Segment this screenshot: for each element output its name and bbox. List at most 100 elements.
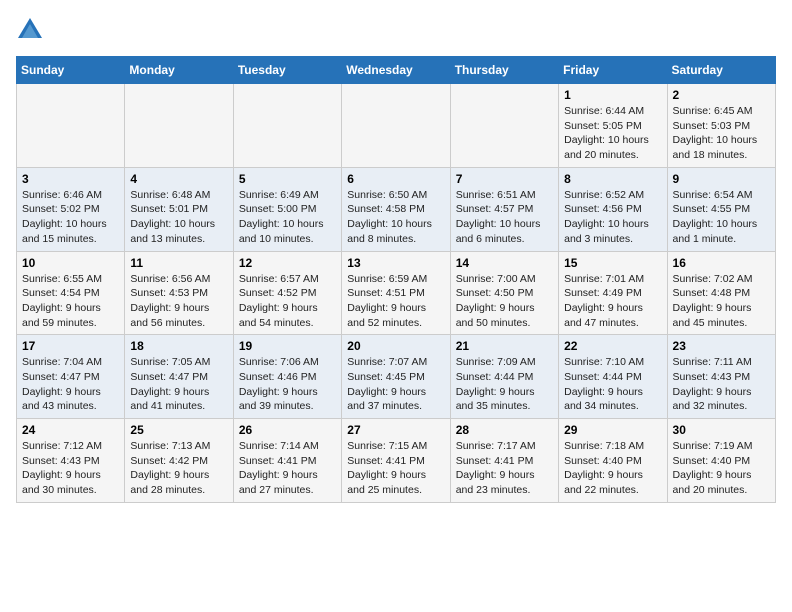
calendar-day <box>233 84 341 168</box>
calendar-day: 28 Sunrise: 7:17 AM Sunset: 4:41 PM Dayli… <box>450 419 558 503</box>
day-info: Sunrise: 6:51 AM Sunset: 4:57 PM Dayligh… <box>456 188 553 247</box>
calendar-day <box>342 84 450 168</box>
day-number: 21 <box>456 339 553 353</box>
calendar-day: 24 Sunrise: 7:12 AM Sunset: 4:43 PM Dayli… <box>17 419 125 503</box>
day-info: Sunrise: 7:17 AM Sunset: 4:41 PM Dayligh… <box>456 439 553 498</box>
calendar-day: 30 Sunrise: 7:19 AM Sunset: 4:40 PM Dayli… <box>667 419 775 503</box>
day-number: 14 <box>456 256 553 270</box>
day-info: Sunrise: 7:14 AM Sunset: 4:41 PM Dayligh… <box>239 439 336 498</box>
calendar-day: 1 Sunrise: 6:44 AM Sunset: 5:05 PM Daylig… <box>559 84 667 168</box>
calendar-day: 22Sunrise: 7:10 AM Sunset: 4:44 PM Dayli… <box>559 335 667 419</box>
day-info: Sunrise: 7:05 AM Sunset: 4:47 PM Dayligh… <box>130 355 227 414</box>
day-number: 5 <box>239 172 336 186</box>
calendar-day: 11Sunrise: 6:56 AM Sunset: 4:53 PM Dayli… <box>125 251 233 335</box>
day-number: 12 <box>239 256 336 270</box>
calendar-week: 17 Sunrise: 7:04 AM Sunset: 4:47 PM Dayli… <box>17 335 776 419</box>
day-info: Sunrise: 6:56 AM Sunset: 4:53 PM Dayligh… <box>130 272 227 331</box>
day-number: 1 <box>564 88 661 102</box>
page-header <box>16 16 776 44</box>
calendar-day: 13Sunrise: 6:59 AM Sunset: 4:51 PM Dayli… <box>342 251 450 335</box>
calendar-day: 29 Sunrise: 7:18 AM Sunset: 4:40 PM Dayli… <box>559 419 667 503</box>
calendar-week: 24 Sunrise: 7:12 AM Sunset: 4:43 PM Dayli… <box>17 419 776 503</box>
day-number: 7 <box>456 172 553 186</box>
calendar-day: 25 Sunrise: 7:13 AM Sunset: 4:42 PM Dayli… <box>125 419 233 503</box>
weekday-header: Monday <box>125 57 233 84</box>
weekday-header: Wednesday <box>342 57 450 84</box>
weekday-header: Tuesday <box>233 57 341 84</box>
day-number: 28 <box>456 423 553 437</box>
calendar-day <box>125 84 233 168</box>
day-number: 25 <box>130 423 227 437</box>
day-number: 3 <box>22 172 119 186</box>
calendar-day: 3 Sunrise: 6:46 AM Sunset: 5:02 PM Daylig… <box>17 167 125 251</box>
calendar-day: 12 Sunrise: 6:57 AM Sunset: 4:52 PM Dayli… <box>233 251 341 335</box>
day-info: Sunrise: 6:48 AM Sunset: 5:01 PM Dayligh… <box>130 188 227 247</box>
day-number: 6 <box>347 172 444 186</box>
day-info: Sunrise: 7:09 AM Sunset: 4:44 PM Dayligh… <box>456 355 553 414</box>
calendar-day: 17 Sunrise: 7:04 AM Sunset: 4:47 PM Dayli… <box>17 335 125 419</box>
day-info: Sunrise: 6:52 AM Sunset: 4:56 PM Dayligh… <box>564 188 661 247</box>
calendar-day: 19 Sunrise: 7:06 AM Sunset: 4:46 PM Dayli… <box>233 335 341 419</box>
day-info: Sunrise: 7:12 AM Sunset: 4:43 PM Dayligh… <box>22 439 119 498</box>
day-number: 16 <box>673 256 770 270</box>
calendar-day: 16 Sunrise: 7:02 AM Sunset: 4:48 PM Dayli… <box>667 251 775 335</box>
calendar-day: 14 Sunrise: 7:00 AM Sunset: 4:50 PM Dayli… <box>450 251 558 335</box>
calendar-day: 4 Sunrise: 6:48 AM Sunset: 5:01 PM Daylig… <box>125 167 233 251</box>
day-info: Sunrise: 7:19 AM Sunset: 4:40 PM Dayligh… <box>673 439 770 498</box>
day-info: Sunrise: 6:50 AM Sunset: 4:58 PM Dayligh… <box>347 188 444 247</box>
day-info: Sunrise: 6:49 AM Sunset: 5:00 PM Dayligh… <box>239 188 336 247</box>
day-number: 29 <box>564 423 661 437</box>
day-info: Sunrise: 7:13 AM Sunset: 4:42 PM Dayligh… <box>130 439 227 498</box>
day-number: 24 <box>22 423 119 437</box>
day-number: 30 <box>673 423 770 437</box>
calendar-day: 7 Sunrise: 6:51 AM Sunset: 4:57 PM Daylig… <box>450 167 558 251</box>
calendar-day: 6 Sunrise: 6:50 AM Sunset: 4:58 PM Daylig… <box>342 167 450 251</box>
calendar-day: 21 Sunrise: 7:09 AM Sunset: 4:44 PM Dayli… <box>450 335 558 419</box>
day-info: Sunrise: 7:04 AM Sunset: 4:47 PM Dayligh… <box>22 355 119 414</box>
day-number: 26 <box>239 423 336 437</box>
calendar-day: 10 Sunrise: 6:55 AM Sunset: 4:54 PM Dayli… <box>17 251 125 335</box>
calendar-week: 3 Sunrise: 6:46 AM Sunset: 5:02 PM Daylig… <box>17 167 776 251</box>
calendar-day: 18 Sunrise: 7:05 AM Sunset: 4:47 PM Dayli… <box>125 335 233 419</box>
day-number: 10 <box>22 256 119 270</box>
calendar-week: 1 Sunrise: 6:44 AM Sunset: 5:05 PM Daylig… <box>17 84 776 168</box>
calendar-day: 2Sunrise: 6:45 AM Sunset: 5:03 PM Daylig… <box>667 84 775 168</box>
day-number: 19 <box>239 339 336 353</box>
day-info: Sunrise: 7:02 AM Sunset: 4:48 PM Dayligh… <box>673 272 770 331</box>
calendar-day: 23 Sunrise: 7:11 AM Sunset: 4:43 PM Dayli… <box>667 335 775 419</box>
day-info: Sunrise: 6:57 AM Sunset: 4:52 PM Dayligh… <box>239 272 336 331</box>
calendar-day: 8 Sunrise: 6:52 AM Sunset: 4:56 PM Daylig… <box>559 167 667 251</box>
day-info: Sunrise: 7:01 AM Sunset: 4:49 PM Dayligh… <box>564 272 661 331</box>
calendar-week: 10 Sunrise: 6:55 AM Sunset: 4:54 PM Dayli… <box>17 251 776 335</box>
day-info: Sunrise: 6:46 AM Sunset: 5:02 PM Dayligh… <box>22 188 119 247</box>
logo <box>16 16 48 44</box>
day-info: Sunrise: 6:55 AM Sunset: 4:54 PM Dayligh… <box>22 272 119 331</box>
day-number: 13 <box>347 256 444 270</box>
day-info: Sunrise: 7:00 AM Sunset: 4:50 PM Dayligh… <box>456 272 553 331</box>
day-number: 8 <box>564 172 661 186</box>
calendar-header: SundayMondayTuesdayWednesdayThursdayFrid… <box>17 57 776 84</box>
weekday-header: Thursday <box>450 57 558 84</box>
day-number: 20 <box>347 339 444 353</box>
calendar-day <box>450 84 558 168</box>
day-number: 22 <box>564 339 661 353</box>
day-number: 27 <box>347 423 444 437</box>
calendar-table: SundayMondayTuesdayWednesdayThursdayFrid… <box>16 56 776 503</box>
day-number: 15 <box>564 256 661 270</box>
day-info: Sunrise: 7:18 AM Sunset: 4:40 PM Dayligh… <box>564 439 661 498</box>
day-info: Sunrise: 6:54 AM Sunset: 4:55 PM Dayligh… <box>673 188 770 247</box>
day-info: Sunrise: 7:06 AM Sunset: 4:46 PM Dayligh… <box>239 355 336 414</box>
day-info: Sunrise: 6:44 AM Sunset: 5:05 PM Dayligh… <box>564 104 661 163</box>
day-info: Sunrise: 7:07 AM Sunset: 4:45 PM Dayligh… <box>347 355 444 414</box>
logo-icon <box>16 16 44 44</box>
calendar-day: 20 Sunrise: 7:07 AM Sunset: 4:45 PM Dayli… <box>342 335 450 419</box>
day-number: 4 <box>130 172 227 186</box>
day-info: Sunrise: 7:11 AM Sunset: 4:43 PM Dayligh… <box>673 355 770 414</box>
day-number: 23 <box>673 339 770 353</box>
calendar-day: 15 Sunrise: 7:01 AM Sunset: 4:49 PM Dayli… <box>559 251 667 335</box>
calendar-body: 1 Sunrise: 6:44 AM Sunset: 5:05 PM Daylig… <box>17 84 776 503</box>
day-number: 18 <box>130 339 227 353</box>
day-number: 17 <box>22 339 119 353</box>
calendar-day: 5 Sunrise: 6:49 AM Sunset: 5:00 PM Daylig… <box>233 167 341 251</box>
calendar-day: 26 Sunrise: 7:14 AM Sunset: 4:41 PM Dayli… <box>233 419 341 503</box>
